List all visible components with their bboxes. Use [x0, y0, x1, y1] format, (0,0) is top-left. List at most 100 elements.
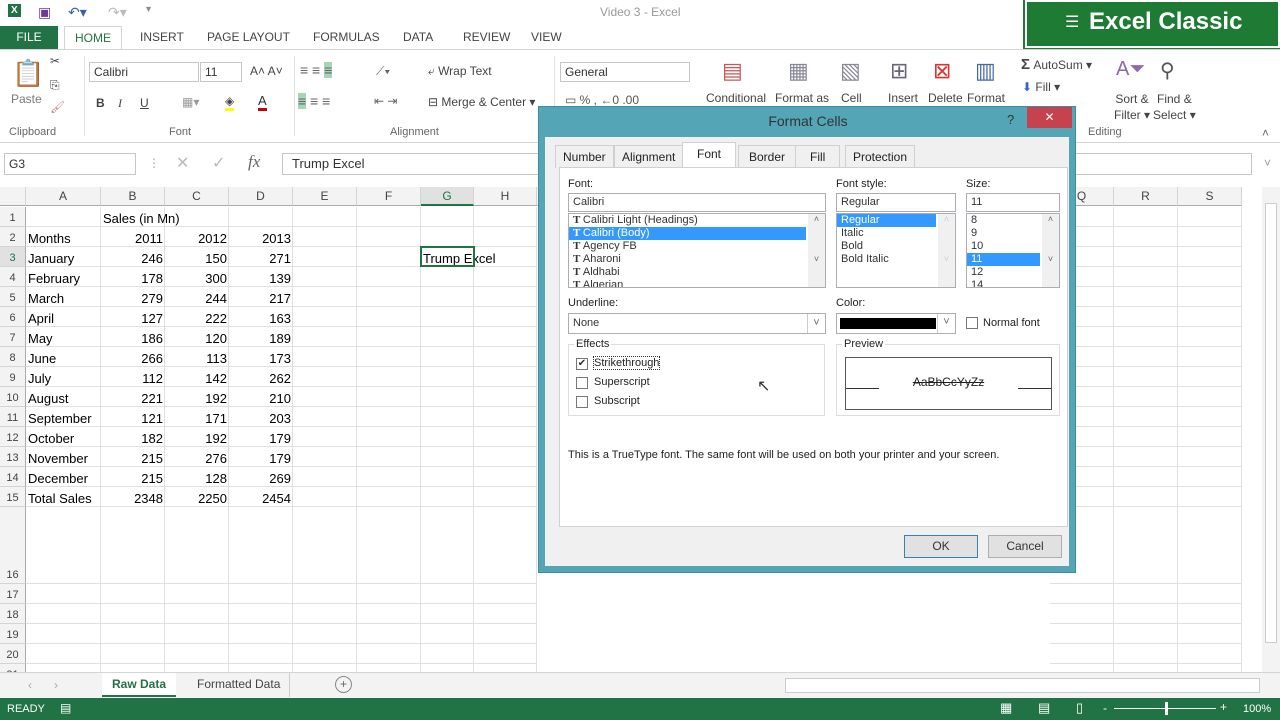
- sheet-nav-prev-icon[interactable]: ‹: [28, 678, 32, 692]
- cell[interactable]: [474, 207, 537, 227]
- row-label-cell[interactable]: November: [26, 447, 101, 467]
- cell[interactable]: [474, 307, 537, 327]
- tab-file[interactable]: FILE: [0, 26, 58, 49]
- row-label-cell[interactable]: September: [26, 407, 101, 427]
- tab-data[interactable]: DATA: [393, 26, 443, 49]
- cell[interactable]: [421, 624, 474, 644]
- cell[interactable]: [357, 267, 421, 287]
- expand-formula-bar-icon[interactable]: ˅: [1264, 156, 1271, 170]
- cell[interactable]: [421, 407, 474, 427]
- cell[interactable]: [357, 447, 421, 467]
- tab-formulas[interactable]: FORMULAS: [303, 26, 390, 49]
- cell[interactable]: [26, 664, 101, 672]
- value-cell[interactable]: 215: [101, 447, 165, 467]
- grow-font-icon[interactable]: A˄ A˅: [250, 64, 283, 78]
- subscript-label[interactable]: Subscript: [594, 395, 640, 407]
- tab-home[interactable]: HOME: [64, 26, 122, 49]
- cell[interactable]: [1178, 307, 1242, 327]
- borders-icon[interactable]: ▦▾: [182, 95, 199, 109]
- insert-cells-icon[interactable]: ⊞: [890, 58, 908, 84]
- formula-bar-handle[interactable]: ⋮: [148, 156, 160, 170]
- value-cell[interactable]: 271: [229, 247, 293, 267]
- cell[interactable]: [26, 207, 101, 227]
- row-header-18[interactable]: 18: [0, 604, 26, 624]
- insert-function-icon[interactable]: fx: [248, 152, 260, 172]
- cell[interactable]: [421, 584, 474, 604]
- cell[interactable]: [165, 644, 229, 664]
- row-header-14[interactable]: 14: [0, 467, 26, 487]
- macro-record-icon[interactable]: ▤: [60, 701, 71, 715]
- value-cell[interactable]: 163: [229, 307, 293, 327]
- cell[interactable]: [474, 487, 537, 507]
- value-cell[interactable]: 300: [165, 267, 229, 287]
- cell[interactable]: [1178, 624, 1242, 644]
- insert-button[interactable]: Insert: [888, 91, 918, 105]
- value-cell[interactable]: 173: [229, 347, 293, 367]
- cell[interactable]: [26, 584, 101, 604]
- cell[interactable]: [1114, 347, 1178, 367]
- value-cell[interactable]: 279: [101, 287, 165, 307]
- cell[interactable]: [474, 467, 537, 487]
- ok-button[interactable]: OK: [904, 535, 978, 558]
- fill-color-icon[interactable]: ◈: [225, 94, 235, 111]
- tab-view[interactable]: VIEW: [521, 26, 572, 49]
- column-header-B[interactable]: B: [101, 187, 165, 206]
- cell[interactable]: [229, 624, 293, 644]
- cell[interactable]: [101, 644, 165, 664]
- bold-button[interactable]: B: [96, 96, 105, 110]
- column-header-C[interactable]: C: [165, 187, 229, 206]
- row-header-16[interactable]: 16: [0, 507, 26, 584]
- paste-button[interactable]: Paste: [11, 92, 42, 106]
- tab-insert[interactable]: INSERT: [130, 26, 194, 49]
- row-label-cell[interactable]: May: [26, 327, 101, 347]
- normal-font-checkbox[interactable]: [966, 317, 978, 329]
- row-label-cell[interactable]: August: [26, 387, 101, 407]
- row-header-7[interactable]: 7: [0, 327, 26, 347]
- zoom-level[interactable]: 100%: [1243, 703, 1271, 715]
- cell[interactable]: [1114, 407, 1178, 427]
- cell[interactable]: [357, 487, 421, 507]
- cell[interactable]: [421, 227, 474, 247]
- cell[interactable]: [421, 367, 474, 387]
- cell[interactable]: [1114, 427, 1178, 447]
- font-list-item[interactable]: T Calibri (Body): [569, 227, 806, 240]
- cell[interactable]: [1114, 624, 1178, 644]
- orientation-icon[interactable]: ⟋▾: [376, 64, 390, 79]
- cell[interactable]: [474, 367, 537, 387]
- cell[interactable]: [1050, 644, 1114, 664]
- cell[interactable]: [421, 664, 474, 672]
- cell[interactable]: [474, 387, 537, 407]
- row-header-6[interactable]: 6: [0, 307, 26, 327]
- row-header-8[interactable]: 8: [0, 347, 26, 367]
- cell[interactable]: [1114, 207, 1178, 227]
- strikethrough-checkbox[interactable]: ✔: [576, 358, 588, 370]
- customize-qat-icon[interactable]: ▾: [146, 4, 151, 15]
- cell[interactable]: [1050, 584, 1114, 604]
- value-cell[interactable]: 189: [229, 327, 293, 347]
- cell[interactable]: [293, 407, 357, 427]
- cell-styles-button[interactable]: Cell: [841, 91, 862, 105]
- cell[interactable]: [1050, 624, 1114, 644]
- cell[interactable]: [293, 664, 357, 672]
- cell[interactable]: [357, 584, 421, 604]
- horizontal-scrollbar[interactable]: [785, 678, 1260, 693]
- cell[interactable]: [421, 604, 474, 624]
- cell[interactable]: [1114, 307, 1178, 327]
- tab-page-layout[interactable]: PAGE LAYOUT: [197, 26, 300, 49]
- cell[interactable]: [101, 584, 165, 604]
- format-cells-icon[interactable]: ▥: [975, 58, 996, 84]
- sort-filter-button[interactable]: Sort & Filter ▾: [1114, 91, 1150, 123]
- fill-button[interactable]: ⬇ Fill ▾: [1022, 80, 1060, 94]
- value-cell[interactable]: 112: [101, 367, 165, 387]
- cell[interactable]: [357, 307, 421, 327]
- superscript-label[interactable]: Superscript: [594, 376, 650, 388]
- undo-icon[interactable]: ↶▾: [68, 4, 87, 21]
- cell[interactable]: [357, 387, 421, 407]
- row-header-10[interactable]: 10: [0, 387, 26, 407]
- value-cell[interactable]: 120: [165, 327, 229, 347]
- cell[interactable]: [421, 387, 474, 407]
- help-button[interactable]: ?: [1007, 112, 1014, 127]
- cell[interactable]: [26, 507, 101, 584]
- row-label-cell[interactable]: April: [26, 307, 101, 327]
- value-cell[interactable]: 139: [229, 267, 293, 287]
